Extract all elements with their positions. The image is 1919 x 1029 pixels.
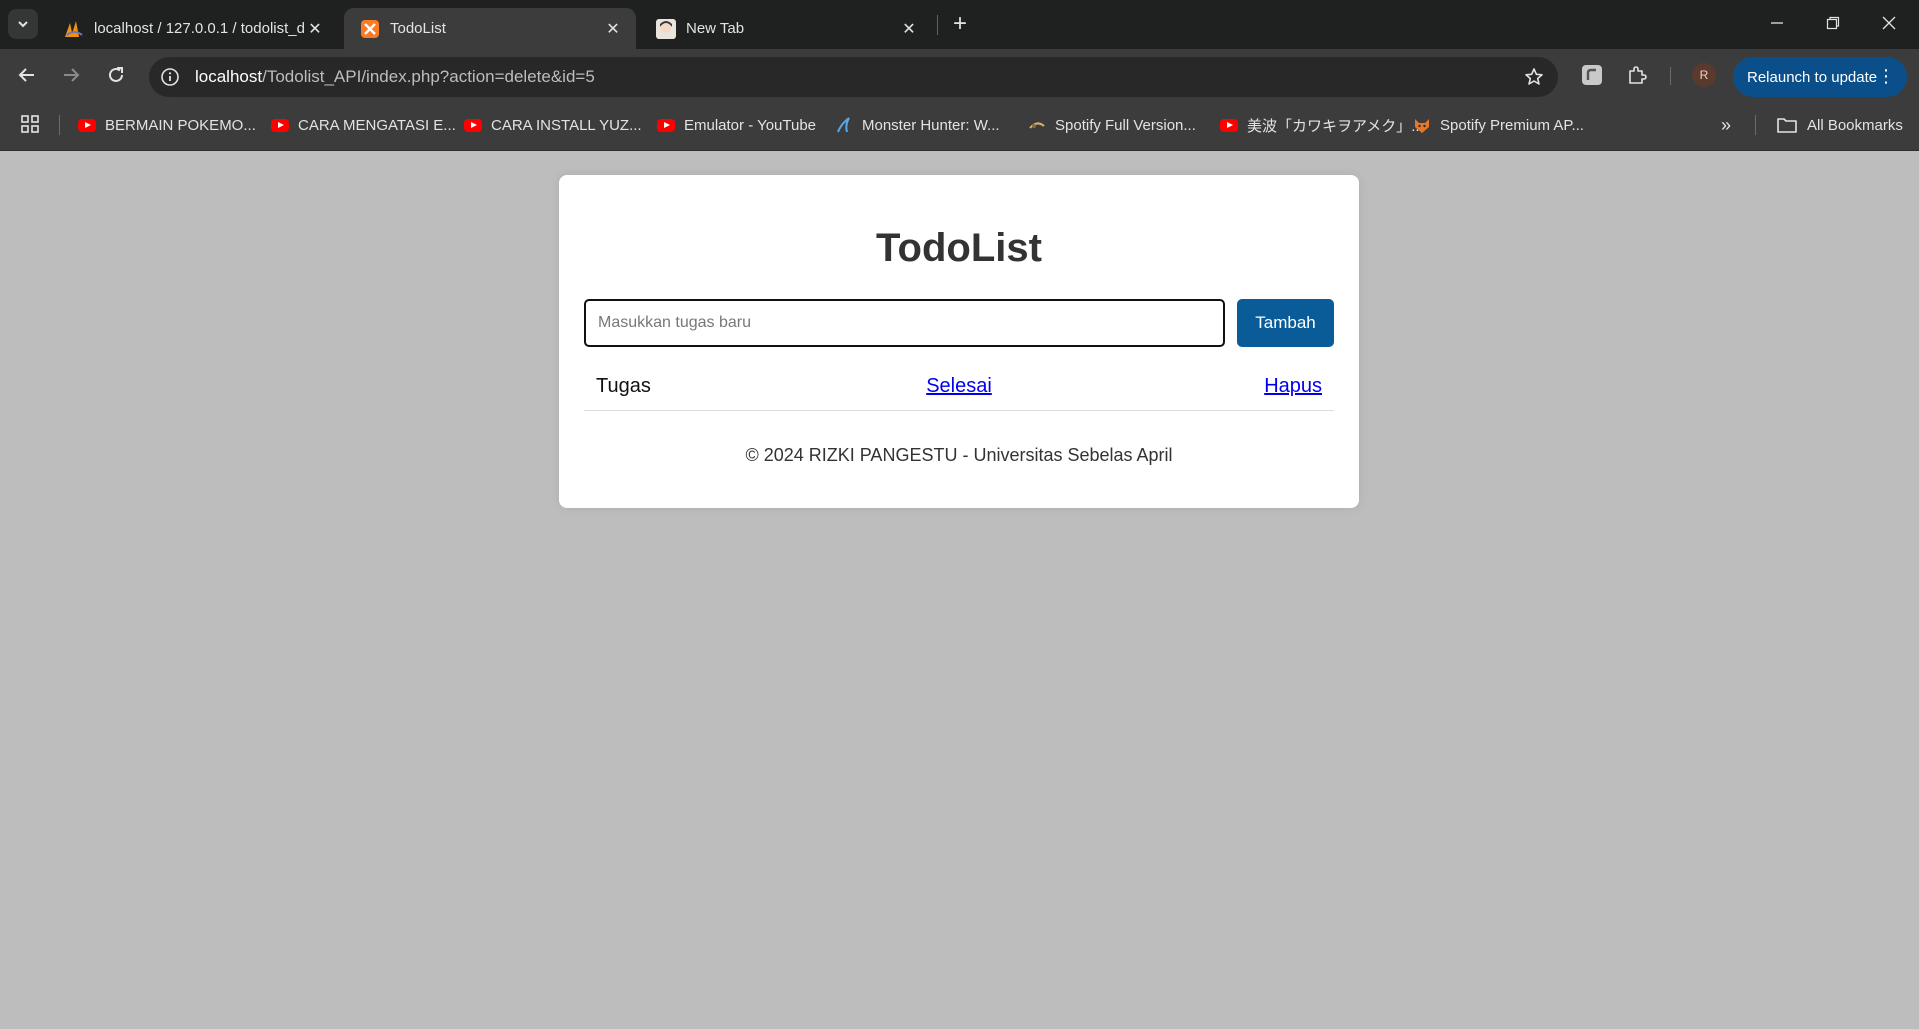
chevron-down-icon bbox=[18, 21, 28, 28]
bookmark-item[interactable]: 美波「カワキヲアメク」... bbox=[1220, 113, 1424, 137]
youtube-icon bbox=[78, 116, 96, 134]
close-window-button[interactable] bbox=[1861, 0, 1917, 46]
forward-button[interactable] bbox=[56, 60, 86, 90]
tab-todolist[interactable]: TodoList ✕ bbox=[344, 8, 636, 49]
tab-title: TodoList bbox=[390, 20, 446, 37]
minimize-button[interactable] bbox=[1749, 0, 1805, 46]
close-icon bbox=[1882, 16, 1896, 30]
tab-new-tab[interactable]: New Tab ✕ bbox=[640, 8, 932, 49]
anime-avatar-icon bbox=[656, 18, 676, 39]
spotify-site-icon bbox=[1028, 116, 1046, 134]
relaunch-to-update-button[interactable]: Relaunch to update ⋮ bbox=[1733, 57, 1907, 97]
restore-button[interactable] bbox=[1805, 0, 1861, 46]
bookmark-item[interactable]: Spotify Full Version... bbox=[1028, 113, 1196, 137]
restore-icon bbox=[1826, 16, 1840, 30]
xampp-icon bbox=[360, 19, 380, 39]
bookmark-label: Monster Hunter: W... bbox=[862, 116, 1000, 134]
bookmark-star-icon[interactable] bbox=[1522, 65, 1546, 89]
relaunch-label: Relaunch to update bbox=[1747, 68, 1878, 86]
site-info-icon[interactable] bbox=[159, 66, 181, 88]
bookmark-label: CARA MENGATASI E... bbox=[298, 116, 456, 134]
footer-text: © 2024 RIZKI PANGESTU - Universitas Sebe… bbox=[745, 445, 1173, 465]
profile-avatar[interactable]: R bbox=[1692, 63, 1716, 87]
close-icon[interactable]: ✕ bbox=[898, 18, 920, 40]
tab-title: New Tab bbox=[686, 20, 745, 37]
bookmarks-bar: BERMAIN POKEMO... CARA MENGATASI E... CA… bbox=[0, 99, 1919, 151]
address-bar[interactable]: localhost/Todolist_API/index.php?action=… bbox=[149, 57, 1558, 97]
all-bookmarks-label: All Bookmarks bbox=[1807, 116, 1903, 134]
url-host: localhost bbox=[195, 67, 263, 86]
add-task-button[interactable]: Tambah bbox=[1237, 299, 1334, 347]
phpmyadmin-icon bbox=[64, 19, 84, 39]
fox-icon bbox=[1413, 116, 1431, 134]
youtube-icon bbox=[657, 116, 675, 134]
arrow-right-icon bbox=[64, 68, 80, 82]
close-icon[interactable]: ✕ bbox=[602, 18, 624, 40]
url-text[interactable]: localhost/Todolist_API/index.php?action=… bbox=[195, 67, 595, 87]
mark-done-link[interactable]: Selesai bbox=[584, 375, 1334, 398]
bookmark-label: Spotify Premium AP... bbox=[1440, 116, 1584, 134]
bookmark-item[interactable]: CARA MENGATASI E... bbox=[271, 113, 456, 137]
double-chevron-right-icon: » bbox=[1720, 114, 1731, 135]
extension-app-icon[interactable] bbox=[1580, 63, 1604, 87]
arrow-left-icon bbox=[18, 68, 34, 82]
reload-button[interactable] bbox=[101, 60, 131, 90]
folder-icon bbox=[1776, 116, 1798, 134]
bookmark-item[interactable]: Spotify Premium AP... bbox=[1413, 113, 1584, 137]
tab-phpmyadmin[interactable]: localhost / 127.0.0.1 / todolist_d ✕ bbox=[48, 8, 338, 49]
bookmarks-separator bbox=[59, 115, 60, 135]
tab-search-button[interactable] bbox=[8, 9, 38, 39]
browser-toolbar: localhost/Todolist_API/index.php?action=… bbox=[0, 49, 1919, 99]
youtube-icon bbox=[1220, 116, 1238, 134]
todo-card: TodoList Tambah Tugas Selesai Hapus © 20… bbox=[559, 175, 1359, 508]
bookmark-label: CARA INSTALL YUZ... bbox=[491, 116, 642, 134]
bookmark-item[interactable]: Emulator - YouTube bbox=[657, 113, 816, 137]
table-row: Tugas Selesai Hapus bbox=[584, 365, 1334, 411]
close-icon[interactable]: ✕ bbox=[304, 18, 326, 40]
more-bookmarks-button[interactable]: » bbox=[1714, 113, 1738, 137]
toolbar-separator bbox=[1670, 67, 1671, 85]
new-tab-button[interactable]: + bbox=[946, 10, 974, 38]
bookmark-label: Spotify Full Version... bbox=[1055, 116, 1196, 134]
plus-icon: + bbox=[952, 10, 967, 37]
extensions-puzzle-icon[interactable] bbox=[1625, 63, 1649, 87]
bookmark-label: Emulator - YouTube bbox=[684, 116, 817, 134]
tab-title: localhost / 127.0.0.1 / todolist_d bbox=[94, 20, 304, 37]
delete-task-link[interactable]: Hapus bbox=[1264, 375, 1322, 398]
page-viewport: TodoList Tambah Tugas Selesai Hapus © 20… bbox=[0, 152, 1919, 1029]
bookmark-item[interactable]: Monster Hunter: W... bbox=[835, 113, 1000, 137]
monster-hunter-icon bbox=[835, 116, 853, 134]
tab-strip: localhost / 127.0.0.1 / todolist_d ✕ Tod… bbox=[0, 0, 1919, 49]
bookmark-item[interactable]: BERMAIN POKEMO... bbox=[78, 113, 256, 137]
back-button[interactable] bbox=[12, 60, 42, 90]
page-title: TodoList bbox=[876, 226, 1042, 270]
reload-icon bbox=[109, 67, 123, 82]
bookmark-label: 美波「カワキヲアメク」... bbox=[1247, 117, 1424, 135]
bookmarks-separator bbox=[1755, 115, 1756, 135]
all-bookmarks-button[interactable]: All Bookmarks bbox=[1776, 113, 1903, 137]
youtube-icon bbox=[464, 116, 482, 134]
bookmark-item[interactable]: CARA INSTALL YUZ... bbox=[464, 113, 642, 137]
tab-separator bbox=[937, 15, 938, 35]
url-path: /Todolist_API/index.php?action=delete&id… bbox=[262, 67, 595, 86]
apps-grid-icon[interactable] bbox=[20, 114, 42, 136]
minimize-icon bbox=[1771, 22, 1783, 24]
kebab-menu-icon[interactable]: ⋮ bbox=[1877, 66, 1895, 86]
bookmark-label: BERMAIN POKEMO... bbox=[105, 116, 256, 134]
new-task-input[interactable] bbox=[584, 299, 1225, 347]
youtube-icon bbox=[271, 116, 289, 134]
